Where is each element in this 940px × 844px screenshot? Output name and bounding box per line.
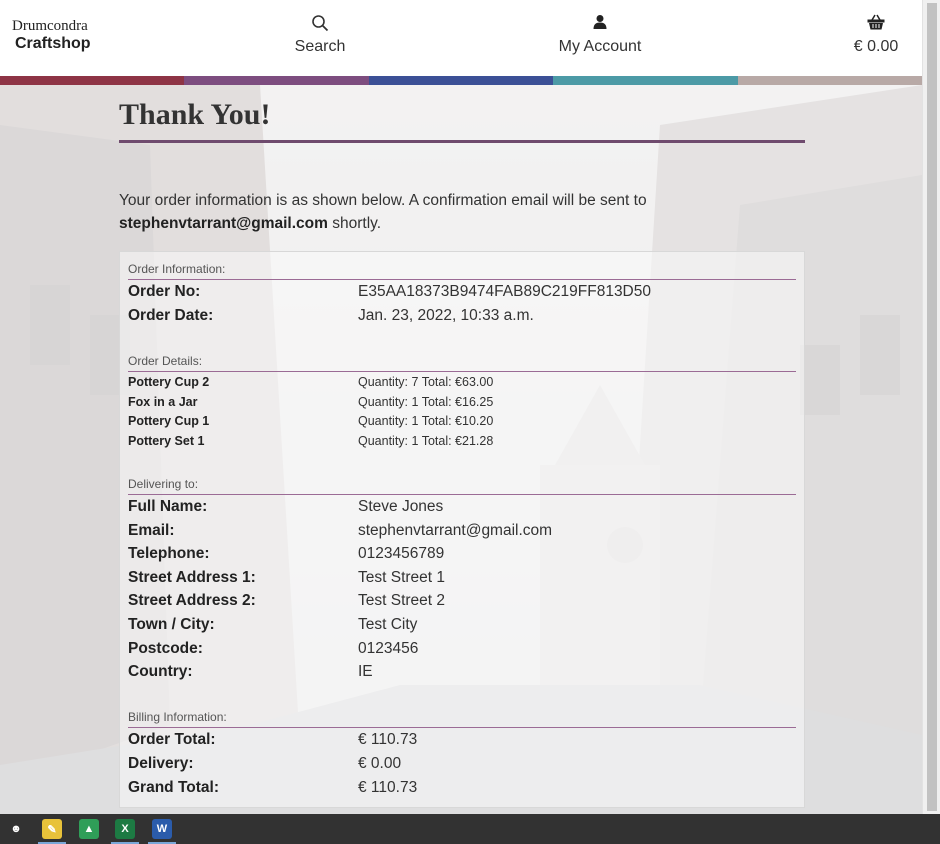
order-item-row: Pottery Set 1 Quantity: 1 Total: €21.28 bbox=[128, 432, 796, 450]
order-date-key: Order Date: bbox=[128, 307, 214, 324]
title-divider bbox=[119, 140, 805, 143]
drive-icon[interactable]: ▲ bbox=[79, 819, 99, 839]
vertical-scrollbar[interactable] bbox=[922, 0, 940, 814]
main-content: Thank You! Your order information is as … bbox=[119, 85, 805, 808]
item-detail: Quantity: 1 Total: €16.25 bbox=[358, 395, 494, 409]
delivery-value: Test Street 1 bbox=[358, 569, 446, 586]
order-number-value: E35AA18373B9474FAB89C219FF813D50 bbox=[358, 283, 651, 300]
my-account-link[interactable]: My Account bbox=[552, 14, 648, 56]
delivery-key: Country: bbox=[128, 663, 193, 680]
delivery-label: Delivering to: bbox=[128, 477, 199, 491]
delivery-key: Email: bbox=[128, 522, 175, 539]
color-stripe-bar bbox=[0, 76, 923, 85]
order-details-divider bbox=[128, 371, 796, 372]
confirmation-email: stephenvtarrant@gmail.com bbox=[119, 215, 328, 232]
search-label: Search bbox=[294, 38, 346, 55]
confirmation-message: Your order information is as shown below… bbox=[119, 189, 805, 235]
excel-icon[interactable]: X bbox=[111, 819, 139, 844]
basket-icon bbox=[846, 14, 906, 34]
billing-row: Order Total: € 110.73 bbox=[128, 729, 796, 751]
brand-line-2: Craftshop bbox=[15, 35, 91, 52]
item-name: Fox in a Jar bbox=[128, 395, 198, 409]
delivery-row: Full Name: Steve Jones bbox=[128, 496, 796, 518]
order-number-row: Order No: E35AA18373B9474FAB89C219FF813D… bbox=[128, 281, 796, 303]
billing-key: Delivery: bbox=[128, 755, 194, 772]
delivery-row: Country: IE bbox=[128, 661, 796, 683]
intro-tail: shortly. bbox=[332, 215, 382, 232]
delivery-value: IE bbox=[358, 663, 373, 680]
delivery-row: Street Address 1: Test Street 1 bbox=[128, 567, 796, 589]
delivery-key: Full Name: bbox=[128, 498, 208, 515]
user-icon bbox=[552, 14, 648, 34]
billing-key: Grand Total: bbox=[128, 779, 219, 796]
billing-value: € 110.73 bbox=[358, 731, 418, 748]
brand-line-1: Drumcondra bbox=[12, 18, 88, 34]
search-link[interactable]: Search bbox=[288, 14, 352, 56]
billing-value: € 0.00 bbox=[358, 755, 402, 772]
delivery-divider bbox=[128, 494, 796, 495]
order-summary-card: Order Information: Order No: E35AA18373B… bbox=[119, 251, 805, 808]
order-item-row: Pottery Cup 1 Quantity: 1 Total: €10.20 bbox=[128, 412, 796, 430]
billing-label: Billing Information: bbox=[128, 710, 227, 724]
delivery-value: 0123456789 bbox=[358, 545, 445, 562]
item-detail: Quantity: 1 Total: €10.20 bbox=[358, 414, 494, 428]
billing-value: € 110.73 bbox=[358, 779, 418, 796]
billing-row: Delivery: € 0.00 bbox=[128, 753, 796, 775]
item-name: Pottery Set 1 bbox=[128, 434, 205, 448]
brand-logo[interactable]: Drumcondra Craftshop bbox=[12, 17, 91, 53]
stripe-5 bbox=[737, 76, 923, 85]
order-item-row: Pottery Cup 2 Quantity: 7 Total: €63.00 bbox=[128, 373, 796, 391]
intro-text: Your order information is as shown below… bbox=[119, 192, 647, 209]
delivery-key: Town / City: bbox=[128, 616, 215, 633]
my-account-label: My Account bbox=[558, 38, 642, 55]
stripe-1 bbox=[0, 76, 185, 85]
delivery-value: Test Street 2 bbox=[358, 592, 446, 609]
item-name: Pottery Cup 1 bbox=[128, 414, 210, 428]
delivery-value: Steve Jones bbox=[358, 498, 444, 515]
stripe-2 bbox=[184, 76, 369, 85]
notepad-icon[interactable]: ✎ bbox=[38, 819, 66, 844]
billing-row: Grand Total: € 110.73 bbox=[128, 777, 796, 799]
order-number-key: Order No: bbox=[128, 283, 201, 300]
bag-total: € 0.00 bbox=[853, 38, 899, 55]
delivery-key: Postcode: bbox=[128, 640, 203, 657]
delivery-key: Telephone: bbox=[128, 545, 210, 562]
item-name: Pottery Cup 2 bbox=[128, 375, 210, 389]
word-icon[interactable]: W bbox=[148, 819, 176, 844]
delivery-value: stephenvtarrant@gmail.com bbox=[358, 522, 553, 539]
delivery-value: 0123456 bbox=[358, 640, 419, 657]
item-detail: Quantity: 7 Total: €63.00 bbox=[358, 375, 494, 389]
page-title: Thank You! bbox=[119, 98, 271, 131]
scrollbar-thumb[interactable] bbox=[927, 3, 937, 811]
delivery-key: Street Address 1: bbox=[128, 569, 256, 586]
site-header: Drumcondra Craftshop Search My Account €… bbox=[0, 0, 922, 76]
shopping-bag-link[interactable]: € 0.00 bbox=[846, 14, 906, 56]
billing-key: Order Total: bbox=[128, 731, 216, 748]
order-details-label: Order Details: bbox=[128, 354, 203, 368]
delivery-row: Email: stephenvtarrant@gmail.com bbox=[128, 520, 796, 542]
delivery-row: Town / City: Test City bbox=[128, 614, 796, 636]
order-date-value: Jan. 23, 2022, 10:33 a.m. bbox=[358, 307, 534, 324]
delivery-key: Street Address 2: bbox=[128, 592, 256, 609]
delivery-row: Telephone: 0123456789 bbox=[128, 543, 796, 565]
stripe-4 bbox=[553, 76, 738, 85]
item-detail: Quantity: 1 Total: €21.28 bbox=[358, 434, 494, 448]
order-date-row: Order Date: Jan. 23, 2022, 10:33 a.m. bbox=[128, 305, 796, 327]
order-info-divider bbox=[128, 279, 796, 280]
os-taskbar: ☻ ✎ ▲ X W bbox=[0, 814, 940, 844]
smiley-icon[interactable]: ☻ bbox=[6, 819, 26, 839]
delivery-row: Street Address 2: Test Street 2 bbox=[128, 590, 796, 612]
delivery-value: Test City bbox=[358, 616, 418, 633]
order-info-label: Order Information: bbox=[128, 262, 226, 276]
order-item-row: Fox in a Jar Quantity: 1 Total: €16.25 bbox=[128, 393, 796, 411]
stripe-3 bbox=[368, 76, 554, 85]
search-icon bbox=[288, 14, 352, 34]
delivery-row: Postcode: 0123456 bbox=[128, 638, 796, 660]
billing-divider bbox=[128, 727, 796, 728]
